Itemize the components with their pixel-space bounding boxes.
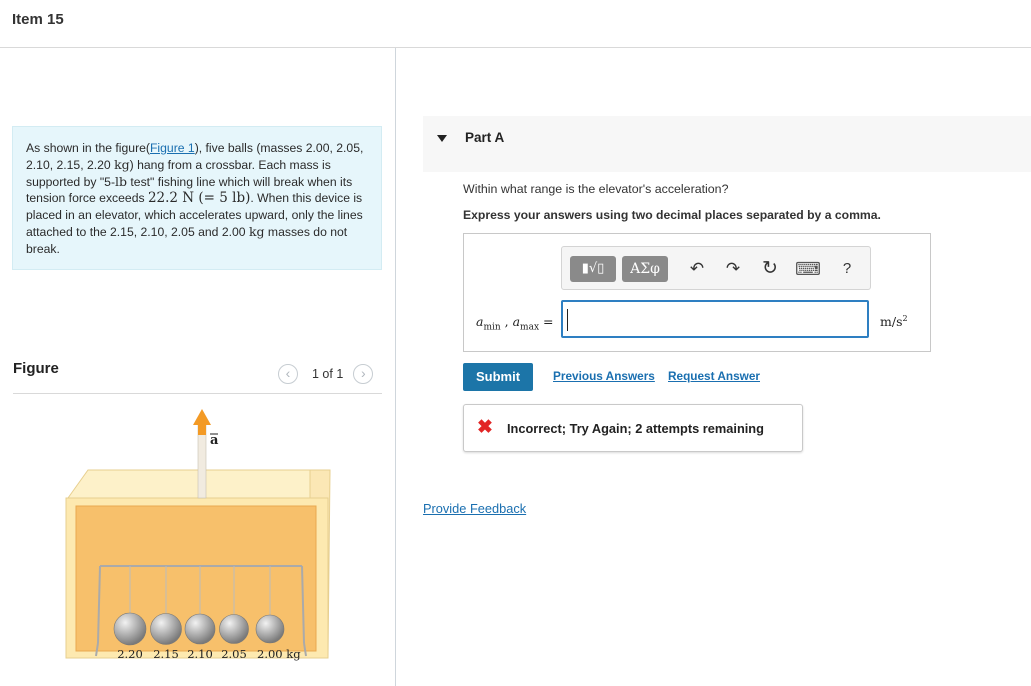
- unit-kg: kg: [114, 156, 130, 172]
- mass-label-205: 2.05: [221, 647, 247, 661]
- ball-210: [184, 613, 216, 645]
- figure-link[interactable]: Figure 1: [150, 141, 195, 155]
- text-cursor: [567, 309, 568, 331]
- unit-lb: lb: [115, 173, 128, 189]
- symbols-button[interactable]: ΑΣφ: [622, 256, 668, 282]
- mass-label-200: 2.00 kg: [257, 647, 301, 661]
- mass-label-210: 2.10: [187, 647, 213, 661]
- mass-label-215: 2.15: [153, 647, 179, 661]
- incorrect-icon: ✖: [477, 417, 493, 438]
- previous-answers-link[interactable]: Previous Answers: [553, 369, 655, 383]
- question-text: Within what range is the elevator's acce…: [463, 182, 729, 196]
- math-toolbar: ▮√▯ ΑΣφ ↶ ↷ ↻ ⌨ ?: [561, 246, 871, 290]
- figure-heading: Figure: [13, 360, 59, 377]
- figure-next-button[interactable]: ›: [353, 364, 374, 384]
- figure-count: 1 of 1: [312, 367, 344, 381]
- help-icon[interactable]: ?: [836, 257, 858, 281]
- tension-value: 22.2 N (= 5 lb): [147, 190, 251, 207]
- ball-205: [219, 614, 249, 644]
- part-title: Part A: [465, 130, 505, 145]
- templates-button[interactable]: ▮√▯: [570, 256, 616, 282]
- feedback-message: ✖ Incorrect; Try Again; 2 attempts remai…: [463, 404, 803, 452]
- ball-215: [150, 613, 182, 645]
- answer-variable-label: amin , amax =: [476, 314, 554, 333]
- item-title: Item 15: [12, 11, 64, 28]
- instruction-text: Express your answers using two decimal p…: [463, 208, 881, 222]
- acceleration-arrow-head: [193, 409, 211, 425]
- unit-kg: kg: [248, 223, 265, 239]
- collapse-caret-icon[interactable]: [437, 135, 447, 142]
- answer-input[interactable]: [561, 300, 869, 338]
- figure-divider: [13, 393, 382, 394]
- request-answer-link[interactable]: Request Answer: [668, 369, 760, 383]
- submit-button[interactable]: Submit: [463, 363, 533, 391]
- redo-icon[interactable]: ↷: [722, 257, 744, 281]
- problem-column: As shown in the figure(Figure 1), five b…: [0, 48, 396, 686]
- answer-column: Part A Within what range is the elevator…: [397, 48, 1031, 686]
- answer-unit: m/s2: [880, 314, 908, 330]
- elevator-figure: a 2.20 2.15 2.10 2.05 2.00 kg: [65, 409, 331, 661]
- item-header: Item 15: [0, 0, 1031, 48]
- problem-text: As shown in the figure(: [26, 141, 150, 155]
- ball-200: [255, 614, 285, 644]
- figure-pager: ‹ 1 of 1 ›: [278, 364, 374, 384]
- reset-icon[interactable]: ↻: [759, 257, 781, 281]
- mass-label-220: 2.20: [117, 647, 143, 661]
- acceleration-label: a: [210, 433, 219, 448]
- provide-feedback-link[interactable]: Provide Feedback: [423, 501, 526, 516]
- answer-box: ▮√▯ ΑΣφ ↶ ↷ ↻ ⌨ ? amin , amax = m/s2: [463, 233, 931, 352]
- feedback-text: Incorrect; Try Again; 2 attempts remaini…: [507, 421, 764, 436]
- undo-icon[interactable]: ↶: [686, 257, 708, 281]
- keyboard-icon[interactable]: ⌨: [795, 257, 821, 281]
- problem-statement: As shown in the figure(Figure 1), five b…: [12, 126, 382, 270]
- acceleration-arrow-shaft: [197, 423, 207, 499]
- part-a-header[interactable]: Part A: [423, 116, 1031, 172]
- figure-prev-button[interactable]: ‹: [278, 364, 298, 384]
- ball-220: [113, 612, 147, 646]
